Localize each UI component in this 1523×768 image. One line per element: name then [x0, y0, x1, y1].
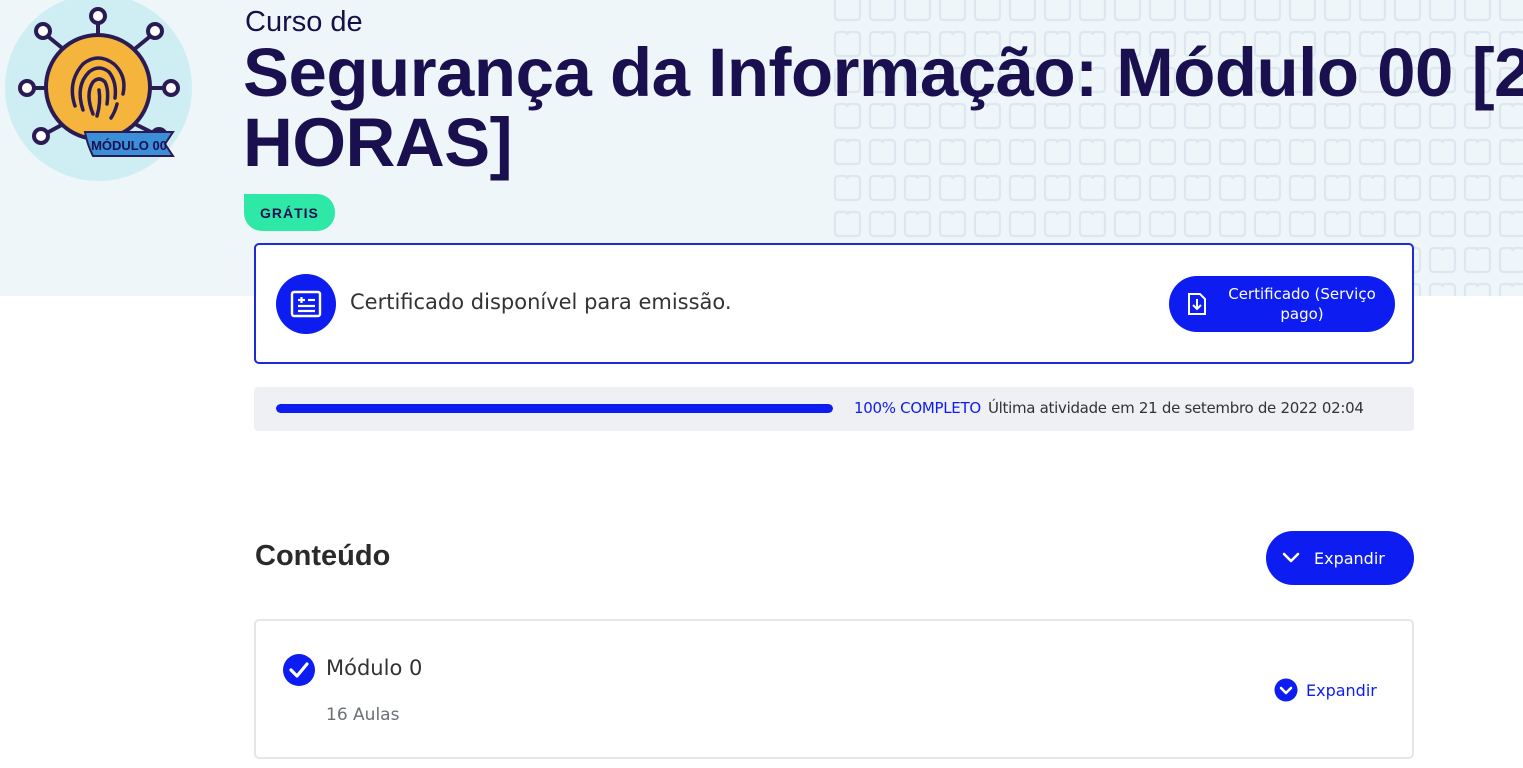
- check-circle-icon: [283, 654, 315, 686]
- certificate-card-icon: [276, 274, 336, 334]
- expand-all-label: Expandir: [1314, 548, 1385, 568]
- module-expand-button[interactable]: Expandir: [1274, 678, 1377, 702]
- free-badge: GRÁTIS: [244, 194, 335, 231]
- certificate-button[interactable]: Certificado (Serviço pago): [1169, 276, 1395, 332]
- progress-percent: 100% COMPLETO: [854, 399, 981, 417]
- certificate-button-label: Certificado (Serviço pago): [1228, 285, 1376, 323]
- progress-bar-fill: [276, 404, 833, 413]
- chevron-down-circle-icon: [1274, 678, 1298, 702]
- certificate-card: Certificado disponível para emissão. Cer…: [254, 243, 1414, 364]
- course-logo: MÓDULO 00: [5, 0, 192, 181]
- chevron-down-icon: [1282, 552, 1300, 563]
- expand-all-button[interactable]: Expandir: [1266, 531, 1414, 585]
- module-expand-label: Expandir: [1306, 680, 1377, 700]
- last-activity: Última atividade em 21 de setembro de 20…: [988, 399, 1364, 417]
- progress-bar: [276, 404, 833, 413]
- progress-section: 100% COMPLETO Última atividade em 21 de …: [254, 387, 1414, 431]
- logo-ribbon-text: MÓDULO 00: [91, 138, 167, 153]
- download-document-icon: [1188, 293, 1206, 315]
- course-title: Segurança da Informação: Módulo 00 [20 H…: [243, 34, 1523, 181]
- module-card[interactable]: Módulo 0 16 Aulas Expandir: [254, 619, 1414, 759]
- module-lesson-count: 16 Aulas: [326, 705, 400, 725]
- module-name: Módulo 0: [326, 656, 423, 680]
- content-title: Conteúdo: [255, 540, 391, 572]
- certificate-message: Certificado disponível para emissão.: [350, 290, 732, 314]
